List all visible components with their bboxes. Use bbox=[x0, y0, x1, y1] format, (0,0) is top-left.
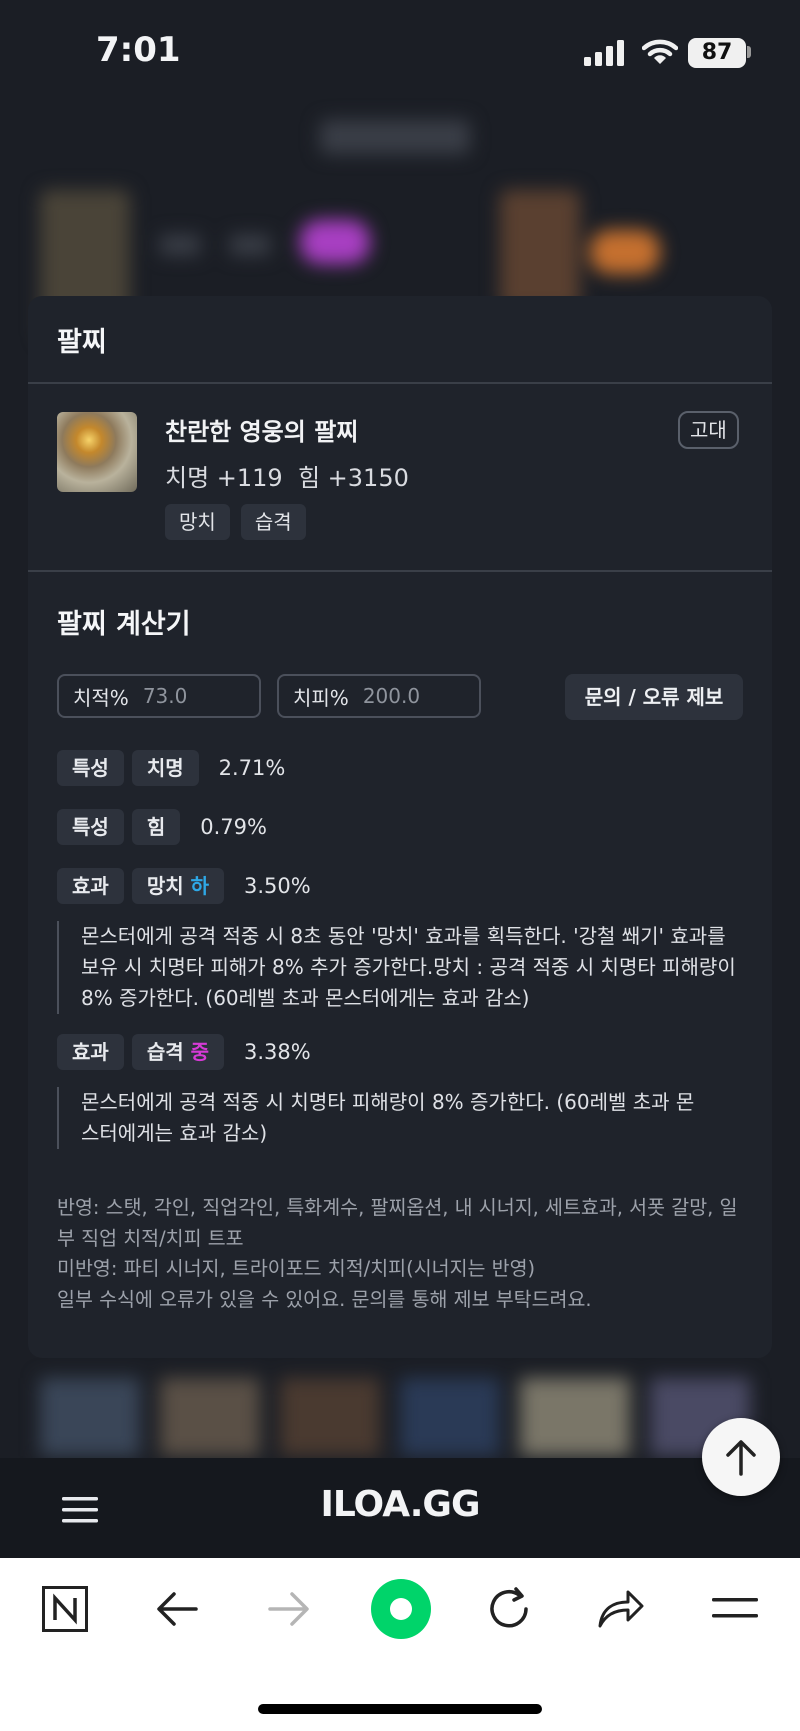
reload-icon[interactable] bbox=[486, 1586, 532, 1632]
row-level: 중 bbox=[190, 1040, 209, 1064]
row-name: 치명 bbox=[131, 750, 199, 786]
wifi-icon bbox=[642, 39, 678, 64]
item-name: 찬란한 영웅의 팔찌 bbox=[165, 418, 359, 446]
effect-row: 효과 습격 중 3.38% bbox=[57, 1034, 311, 1070]
battery-tip bbox=[747, 46, 751, 58]
crit-rate-input[interactable]: 치적% 73.0 bbox=[57, 674, 261, 718]
naver-n-icon[interactable] bbox=[42, 1586, 88, 1632]
calculator-title: 팔찌 계산기 bbox=[57, 609, 191, 640]
row-name-with-level: 망치 하 bbox=[131, 868, 224, 904]
item-tags: 망치 습격 bbox=[165, 504, 306, 540]
battery-indicator: 87 bbox=[688, 38, 746, 68]
status-time: 7:01 bbox=[96, 30, 181, 70]
item-tag-hammer: 망치 bbox=[165, 504, 230, 540]
site-logo[interactable]: ILOA.GG bbox=[0, 1484, 800, 1525]
crit-damage-input[interactable]: 치피% 200.0 bbox=[277, 674, 481, 718]
report-button[interactable]: 문의 / 오류 제보 bbox=[565, 674, 743, 720]
item-stats: 치명 +119 힘 +3150 bbox=[165, 464, 409, 492]
stat-row: 특성 힘 0.79% bbox=[57, 809, 267, 845]
row-level: 하 bbox=[190, 874, 209, 898]
forward-arrow-icon[interactable] bbox=[268, 1590, 310, 1628]
row-name: 힘 bbox=[131, 809, 181, 845]
back-arrow-icon[interactable] bbox=[156, 1590, 198, 1628]
effect-row: 효과 망치 하 3.50% bbox=[57, 868, 311, 904]
row-kind: 효과 bbox=[57, 868, 124, 904]
note-not-applied: 미반영: 파티 시너지, 트라이포드 치적/치피(시너지는 반영) bbox=[57, 1257, 536, 1280]
item-icon bbox=[57, 412, 137, 492]
row-kind: 특성 bbox=[57, 809, 124, 845]
item-tag-raid: 습격 bbox=[240, 504, 306, 540]
note-disclaimer: 일부 수식에 오류가 있을 수 있어요. 문의를 통해 제보 부탁드려요. bbox=[57, 1288, 592, 1311]
green-dot-home-icon[interactable] bbox=[370, 1578, 432, 1640]
row-kind: 특성 bbox=[57, 750, 124, 786]
site-bottom-bar: ILOA.GG bbox=[0, 1418, 800, 1558]
cellular-signal-icon bbox=[584, 40, 624, 66]
scroll-top-button[interactable] bbox=[702, 1418, 780, 1496]
note-applied: 반영: 스탯, 각인, 직업각인, 특화계수, 팔찌옵션, 내 시너지, 세트효… bbox=[57, 1196, 738, 1250]
background-page bbox=[0, 90, 800, 340]
row-value: 2.71% bbox=[218, 756, 286, 780]
effect-description: 몬스터에게 공격 적중 시 8초 동안 '망치' 효과를 획득한다. '강철 쐐… bbox=[57, 921, 741, 1014]
arrow-up-icon bbox=[726, 1440, 756, 1476]
row-name: 망치 bbox=[146, 874, 184, 898]
bracelet-modal: 팔찌 찬란한 영웅의 팔찌 치명 +119 힘 +3150 망치 습격 고대 팔… bbox=[28, 296, 772, 1358]
row-value: 3.38% bbox=[244, 1040, 311, 1064]
row-value: 0.79% bbox=[200, 815, 267, 839]
divider bbox=[28, 382, 772, 384]
row-kind: 효과 bbox=[57, 1034, 124, 1070]
divider bbox=[28, 570, 772, 572]
row-name-with-level: 습격 중 bbox=[131, 1034, 224, 1070]
row-name: 습격 bbox=[146, 1040, 184, 1064]
share-arrow-icon[interactable] bbox=[596, 1586, 646, 1630]
effect-description: 몬스터에게 공격 적중 시 치명타 피해량이 8% 증가한다. (60레벨 초과… bbox=[57, 1087, 701, 1149]
menu-lines-icon[interactable] bbox=[712, 1596, 758, 1620]
crit-rate-placeholder: 73.0 bbox=[142, 684, 188, 708]
stat-row: 특성 치명 2.71% bbox=[57, 750, 285, 786]
crit-damage-label: 치피% bbox=[293, 685, 349, 710]
crit-damage-placeholder: 200.0 bbox=[362, 684, 421, 708]
background-thumbnails bbox=[40, 1378, 760, 1456]
crit-rate-label: 치적% bbox=[73, 685, 129, 710]
grade-badge: 고대 bbox=[678, 411, 739, 449]
section-title: 팔찌 bbox=[57, 327, 107, 358]
home-indicator bbox=[258, 1704, 542, 1714]
row-value: 3.50% bbox=[244, 874, 311, 898]
